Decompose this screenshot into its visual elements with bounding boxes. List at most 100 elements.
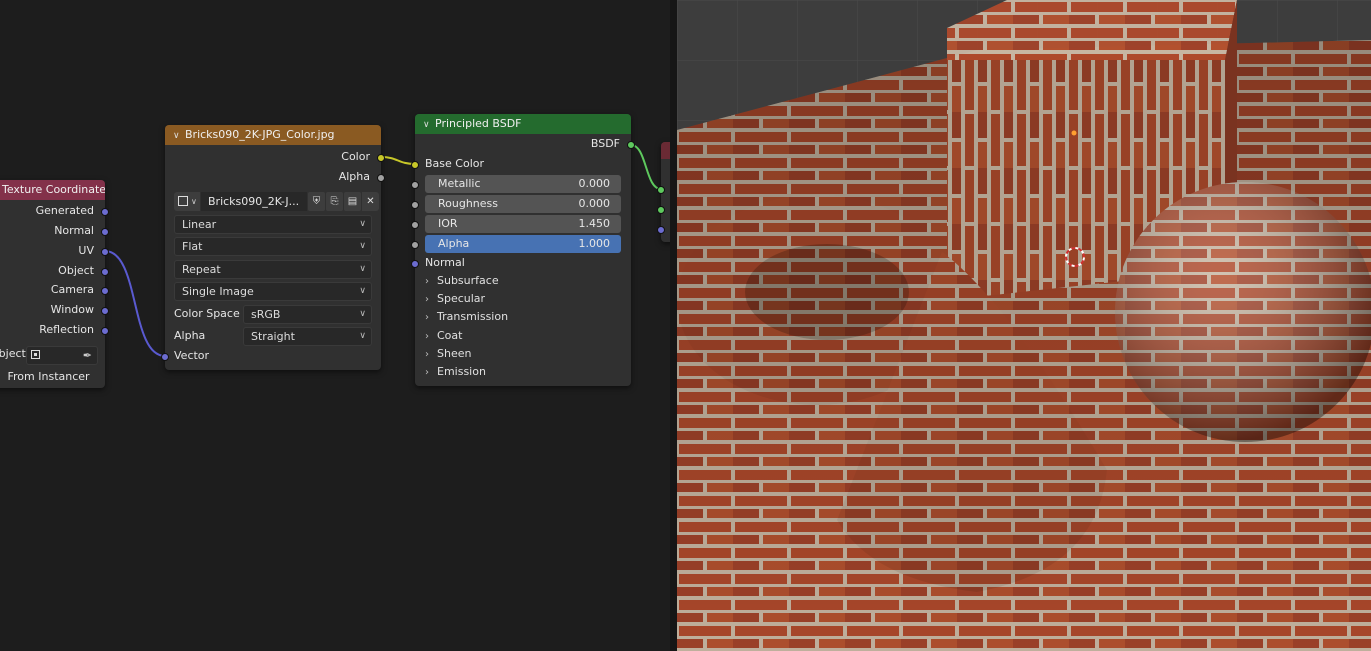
extension-dropdown[interactable]: Repeat ∨ [174,260,372,279]
alpha-mode-dropdown[interactable]: Straight ∨ [243,327,372,346]
socket-window[interactable] [101,307,109,315]
object-picker-field[interactable]: ✒ [26,346,98,365]
roughness-field[interactable]: Roughness 0.000 [425,195,621,213]
socket-object[interactable] [101,268,109,276]
output-camera: Camera [50,283,94,296]
chevron-down-icon: ∨ [359,241,366,251]
panel-subsurface[interactable]: › Subsurface [425,272,499,290]
socket-alpha-in[interactable] [411,241,419,249]
dropdown-arrow-icon: ∨ [191,197,197,206]
material-output-header[interactable] [661,142,670,159]
panel-emission[interactable]: › Emission [425,363,486,381]
image-texture-node[interactable]: ∨ Bricks090_2K-JPG_Color.jpg Color Alpha … [161,125,385,370]
source-dropdown[interactable]: Single Image ∨ [174,282,372,301]
output-alpha: Alpha [338,170,370,183]
ior-field[interactable]: IOR 1.450 [425,215,621,233]
area-divider[interactable] [670,0,677,651]
chevron-down-icon: ∨ [359,309,366,319]
chevron-right-icon: › [425,349,429,360]
from-instancer-label: From Instancer [7,370,90,383]
socket-normal[interactable] [101,228,109,236]
image-selector[interactable]: ∨ Bricks090_2K-J... ⛨ ⎘ ▤ ✕ [174,192,379,211]
metallic-field[interactable]: Metallic 0.000 [425,175,621,193]
collapse-chevron-icon[interactable]: ∨ [423,115,435,134]
color-space-label: Color Space [174,307,240,320]
panel-sheen[interactable]: › Sheen [425,345,471,363]
chevron-down-icon: ∨ [359,219,366,229]
shader-node-editor[interactable]: Texture Coordinate Generated Normal UV O… [0,0,670,651]
socket-normal-in[interactable] [411,260,419,268]
object-icon [31,350,40,359]
socket-vector-in[interactable] [161,353,169,361]
socket-volume-in[interactable] [657,206,665,214]
socket-roughness-in[interactable] [411,201,419,209]
alpha-field[interactable]: Alpha 1.000 [425,235,621,253]
texture-coordinate-header[interactable]: Texture Coordinate [0,180,105,200]
socket-ior-in[interactable] [411,221,419,229]
socket-uv[interactable] [101,248,109,256]
output-generated: Generated [35,204,94,217]
output-reflection: Reflection [39,323,94,336]
socket-displacement-in[interactable] [657,226,665,234]
principled-bsdf-header[interactable]: ∨ Principled BSDF [415,114,631,134]
normal-input-label: Normal [425,256,465,269]
alpha-mode-label: Alpha [174,329,206,342]
output-object: Object [58,264,94,277]
interpolation-dropdown[interactable]: Linear ∨ [174,215,372,234]
image-name: Bricks090_2K-J... [208,195,300,208]
chevron-down-icon: ∨ [359,264,366,274]
output-bsdf: BSDF [590,137,620,150]
chevron-right-icon: › [425,294,429,305]
socket-reflection[interactable] [101,327,109,335]
texture-coordinate-node[interactable]: Texture Coordinate Generated Normal UV O… [0,180,109,388]
socket-metallic-in[interactable] [411,181,419,189]
viewport-render [677,0,1371,651]
open-folder-icon[interactable]: ▤ [344,192,361,211]
socket-camera[interactable] [101,287,109,295]
panel-coat[interactable]: › Coat [425,327,462,345]
collapse-chevron-icon[interactable]: ∨ [173,126,185,145]
output-color: Color [341,150,370,163]
texture-coordinate-title: Texture Coordinate [2,183,105,196]
principled-bsdf-node[interactable]: ∨ Principled BSDF BSDF Base Color Metalli… [411,114,635,386]
uv-to-vector-link [104,250,166,357]
eyedropper-icon[interactable]: ✒ [83,347,92,364]
output-normal: Normal [54,224,94,237]
image-name-field[interactable]: Bricks090_2K-J... [201,192,307,211]
socket-generated[interactable] [101,208,109,216]
chevron-right-icon: › [425,331,429,342]
output-uv: UV [78,244,94,257]
chevron-down-icon: ∨ [359,286,366,296]
panel-transmission[interactable]: › Transmission [425,308,508,326]
image-texture-title: Bricks090_2K-JPG_Color.jpg [185,128,335,141]
duplicate-image-icon[interactable]: ⎘ [326,192,343,211]
color-space-dropdown[interactable]: sRGB ∨ [243,305,372,324]
chevron-right-icon: › [425,312,429,323]
socket-alpha-out[interactable] [377,174,385,182]
output-window: Window [50,303,94,316]
base-color-label: Base Color [425,157,485,170]
bsdf-to-surface-link [630,144,662,190]
material-output-node[interactable]: S V D [657,142,670,242]
image-icon [178,196,188,206]
socket-bsdf-out[interactable] [627,141,635,149]
image-texture-header[interactable]: ∨ Bricks090_2K-JPG_Color.jpg [165,125,381,145]
chevron-right-icon: › [425,276,429,287]
close-icon[interactable]: ✕ [362,192,379,211]
fake-user-shield-icon[interactable]: ⛨ [308,192,325,211]
chevron-down-icon: ∨ [359,331,366,341]
projection-dropdown[interactable]: Flat ∨ [174,237,372,256]
socket-color-out[interactable] [377,154,385,162]
color-to-base-color-link [380,156,416,165]
light-origin-dot [1071,130,1077,136]
socket-surface-in[interactable] [657,186,665,194]
from-instancer-checkbox[interactable]: From Instancer [0,368,90,386]
brick-cube-top [947,0,1237,60]
principled-bsdf-title: Principled BSDF [435,117,522,130]
panel-specular[interactable]: › Specular [425,290,485,308]
3d-viewport[interactable] [677,0,1371,651]
vector-input-label: Vector [174,349,210,362]
socket-base-color-in[interactable] [411,161,419,169]
image-browse-button[interactable]: ∨ [174,192,200,211]
chevron-right-icon: › [425,367,429,378]
